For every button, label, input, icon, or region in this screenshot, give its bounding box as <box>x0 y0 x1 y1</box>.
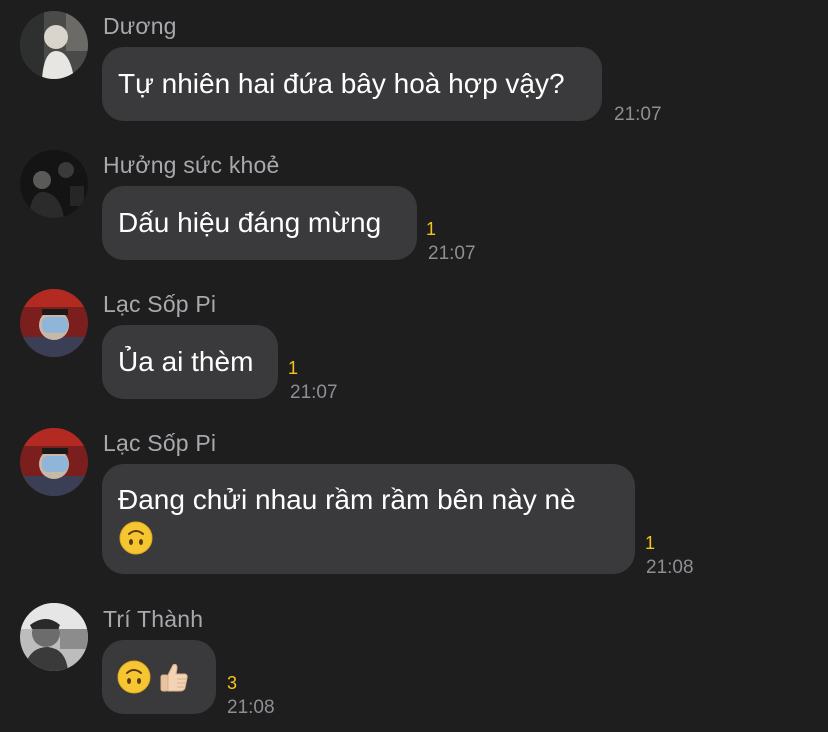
message-bubble[interactable]: Dấu hiệu đáng mừng <box>102 186 417 260</box>
message-timestamp: 21:07 <box>290 382 338 403</box>
upside-down-face-icon <box>116 659 152 695</box>
message-text: Tự nhiên hai đứa bây hoà hợp vậy? <box>118 68 565 99</box>
sender-name: Lạc Sốp Pi <box>103 430 217 456</box>
thumbs-up-icon <box>156 659 192 695</box>
avatar[interactable] <box>20 11 88 79</box>
chat-thread: Dương Tự nhiên hai đứa bây hoà hợp vậy? … <box>0 0 828 732</box>
message-text: Đang chửi nhau rầm rầm bên này nè <box>118 484 576 515</box>
sender-name: Lạc Sốp Pi <box>103 291 217 317</box>
reaction-count[interactable]: 1 <box>288 358 298 379</box>
reaction-count[interactable]: 3 <box>227 673 237 694</box>
reaction-count[interactable]: 1 <box>426 219 436 240</box>
message-timestamp: 21:07 <box>614 104 662 125</box>
message-timestamp: 21:08 <box>227 697 275 718</box>
message-bubble[interactable] <box>102 640 216 714</box>
upside-down-face-icon <box>118 520 154 556</box>
sender-name: Trí Thành <box>103 606 204 632</box>
sender-name: Dương <box>103 13 177 39</box>
message-bubble[interactable]: Ủa ai thèm <box>102 325 278 399</box>
avatar[interactable] <box>20 428 88 496</box>
message-timestamp: 21:07 <box>428 243 476 264</box>
avatar[interactable] <box>20 603 88 671</box>
message-text: Dấu hiệu đáng mừng <box>118 207 382 238</box>
avatar[interactable] <box>20 289 88 357</box>
avatar[interactable] <box>20 150 88 218</box>
sender-name: Hưởng sức khoẻ <box>103 152 280 178</box>
message-text: Ủa ai thèm <box>118 346 254 377</box>
message-bubble[interactable]: Tự nhiên hai đứa bây hoà hợp vậy? <box>102 47 602 121</box>
reaction-count[interactable]: 1 <box>645 533 655 554</box>
message-timestamp: 21:08 <box>646 557 694 578</box>
message-bubble[interactable]: Đang chửi nhau rầm rầm bên này nè <box>102 464 635 574</box>
